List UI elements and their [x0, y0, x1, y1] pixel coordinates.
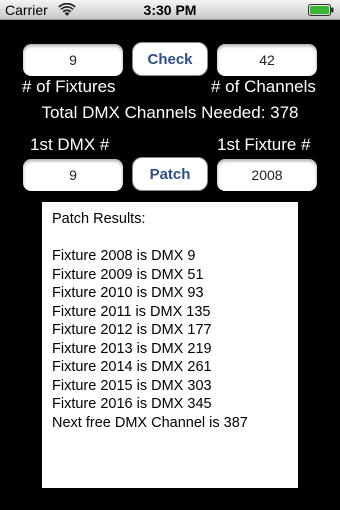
clock: 3:30 PM: [143, 2, 197, 18]
result-line: Fixture 2014 is DMX 261: [52, 359, 212, 375]
result-line: Fixture 2010 is DMX 93: [52, 285, 204, 301]
result-line: Fixture 2008 is DMX 9: [52, 248, 196, 264]
result-line: Fixture 2012 is DMX 177: [52, 322, 212, 338]
status-bar: Carrier 3:30 PM: [0, 0, 340, 20]
check-button[interactable]: Check: [132, 42, 208, 76]
first-dmx-label: 1st DMX #: [30, 135, 110, 154]
total-channels-text: Total DMX Channels Needed: 378: [41, 103, 299, 122]
result-line: Fixture 2011 is DMX 135: [52, 303, 211, 320]
result-line: Fixture 2009 is DMX 51: [52, 266, 204, 283]
channels-per-fixture-label: # of Channels: [211, 77, 316, 96]
first-fixture-label: 1st Fixture #: [217, 135, 311, 154]
result-line: Fixture 2015 is DMX 303: [52, 377, 212, 394]
first-dmx-field[interactable]: 9: [23, 159, 123, 191]
results-spacer: [52, 229, 288, 248]
result-line: Fixture 2013 is DMX 219: [52, 340, 212, 357]
next-free-channel-line: Next free DMX Channel is 387: [52, 414, 248, 431]
fixture-count-label: # of Fixtures: [22, 77, 116, 96]
channels-per-fixture-field[interactable]: 42: [217, 44, 317, 76]
first-fixture-field[interactable]: 2008: [217, 159, 317, 191]
fixture-count-field[interactable]: 9: [23, 44, 123, 76]
results-heading: Patch Results:: [52, 211, 146, 227]
battery-icon: [308, 4, 334, 16]
patch-button[interactable]: Patch: [132, 157, 208, 191]
patch-results-panel[interactable]: Patch Results: Fixture 2008 is DMX 9 Fix…: [42, 202, 298, 488]
result-line: Fixture 2016 is DMX 345: [52, 396, 212, 412]
